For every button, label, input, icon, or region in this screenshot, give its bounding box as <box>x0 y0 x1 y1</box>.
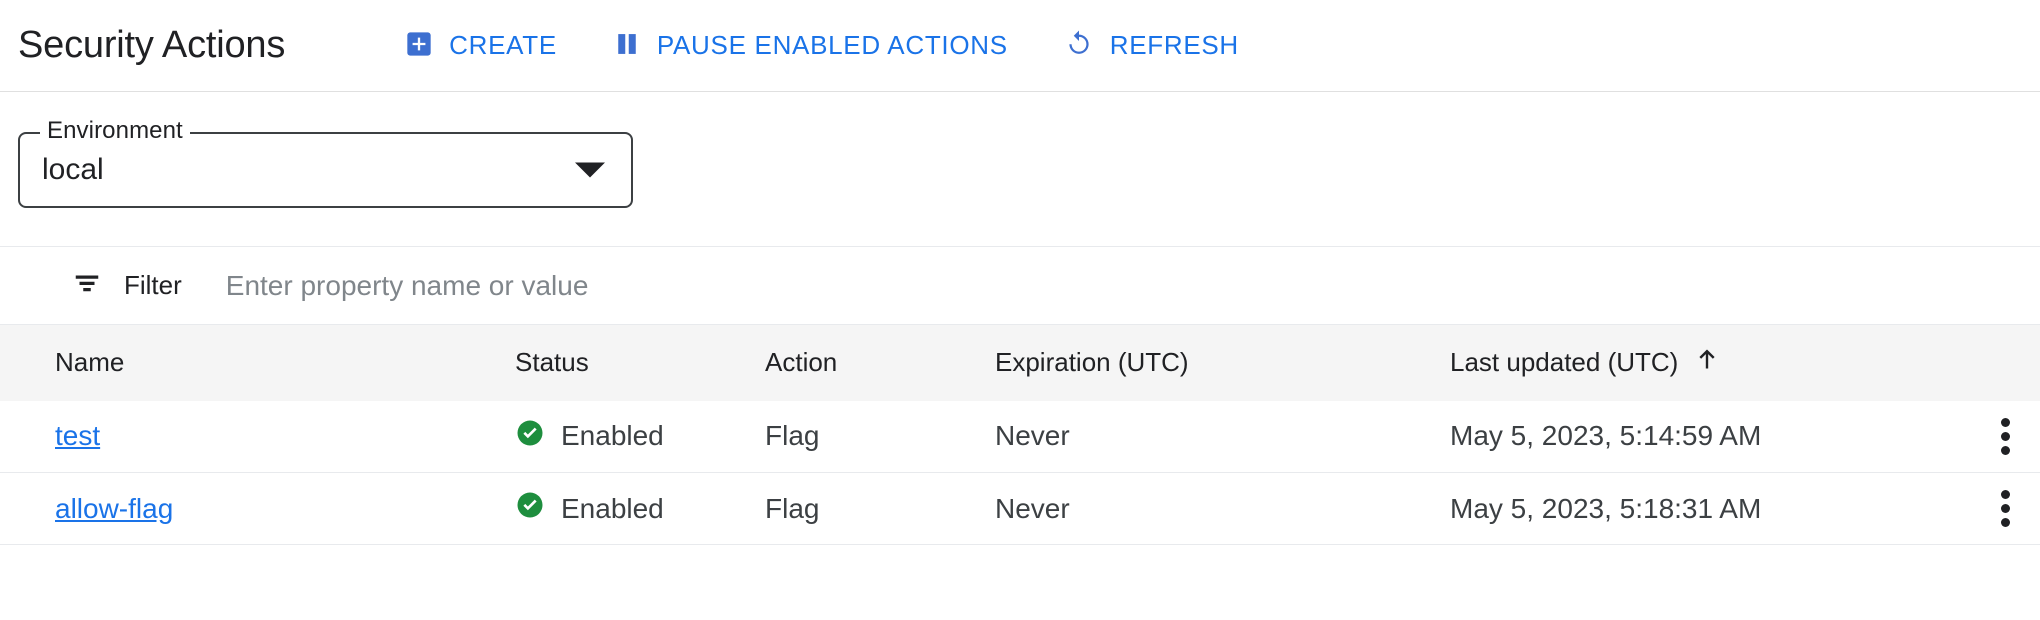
add-box-icon <box>405 30 433 61</box>
security-actions-table: Name Status Action Expiration (UTC) Last… <box>0 324 2040 545</box>
column-header-action[interactable]: Action <box>765 324 995 401</box>
environment-value: local <box>42 153 104 186</box>
page-title: Security Actions <box>18 24 286 66</box>
cell-status: Enabled <box>515 472 765 545</box>
more-vert-icon[interactable] <box>1995 412 2016 461</box>
action-name-link[interactable]: allow-flag <box>55 493 173 524</box>
column-header-name-label: Name <box>55 347 125 378</box>
cell-expiration: Never <box>995 400 1450 473</box>
check-circle-icon <box>515 418 545 455</box>
pause-enabled-actions-button[interactable]: PAUSE ENABLED ACTIONS <box>611 26 1010 65</box>
filter-input[interactable] <box>225 269 1126 302</box>
cell-row-menu <box>1970 472 2040 545</box>
cell-name: test <box>0 400 515 473</box>
cell-action: Flag <box>765 400 995 473</box>
check-circle-icon <box>515 490 545 527</box>
create-button-label: CREATE <box>449 30 557 60</box>
cell-last-updated: May 5, 2023, 5:14:59 AM <box>1450 400 1970 473</box>
column-header-menu <box>1970 324 2040 401</box>
column-header-status-label: Status <box>515 347 589 378</box>
refresh-button-label: REFRESH <box>1109 30 1239 60</box>
column-header-action-label: Action <box>765 347 838 378</box>
column-header-expiration[interactable]: Expiration (UTC) <box>995 324 1450 401</box>
security-actions-page: Security Actions CREATE PAUSE ENABLED AC… <box>0 0 2040 620</box>
status-label: Enabled <box>561 420 664 452</box>
cell-last-updated: May 5, 2023, 5:18:31 AM <box>1450 472 1970 545</box>
table-header: Name Status Action Expiration (UTC) Last… <box>0 324 2040 401</box>
cell-status: Enabled <box>515 400 765 473</box>
pause-icon <box>613 30 641 61</box>
filter-bar: Filter <box>0 246 2040 324</box>
cell-row-menu <box>1970 400 2040 473</box>
refresh-icon <box>1064 29 1094 62</box>
status-label: Enabled <box>561 492 664 524</box>
arrow-upward-icon[interactable] <box>1694 346 1720 379</box>
column-header-last-updated[interactable]: Last updated (UTC) <box>1450 324 1970 401</box>
column-header-status[interactable]: Status <box>515 324 765 401</box>
column-header-name[interactable]: Name <box>0 324 515 401</box>
environment-selector-wrap: Environment local <box>0 92 2040 208</box>
header-toolbar: CREATE PAUSE ENABLED ACTIONS REFRESH <box>403 25 1241 66</box>
table-header-row: Name Status Action Expiration (UTC) Last… <box>0 324 2040 401</box>
chevron-down-icon <box>575 162 605 178</box>
environment-select[interactable]: Environment local <box>18 117 633 208</box>
action-name-link[interactable]: test <box>55 420 100 451</box>
more-vert-icon[interactable] <box>1995 484 2016 533</box>
table-body: test Enabled Flag Never May 5, 2023, 5:1… <box>0 400 2040 545</box>
column-header-last-updated-label: Last updated (UTC) <box>1450 347 1679 378</box>
cell-expiration: Never <box>995 472 1450 545</box>
cell-name: allow-flag <box>0 472 515 545</box>
pause-enabled-actions-label: PAUSE ENABLED ACTIONS <box>656 30 1008 60</box>
table-row[interactable]: allow-flag Enabled Flag Never May 5, 202… <box>0 472 2040 545</box>
environment-label: Environment <box>40 117 190 145</box>
table-row[interactable]: test Enabled Flag Never May 5, 2023, 5:1… <box>0 400 2040 473</box>
create-button[interactable]: CREATE <box>403 26 559 65</box>
filter-list-icon[interactable] <box>72 268 102 303</box>
refresh-button[interactable]: REFRESH <box>1062 25 1241 66</box>
filter-label: Filter <box>124 270 182 300</box>
column-header-expiration-label: Expiration (UTC) <box>995 347 1189 378</box>
cell-action: Flag <box>765 472 995 545</box>
page-header: Security Actions CREATE PAUSE ENABLED AC… <box>0 0 2040 92</box>
